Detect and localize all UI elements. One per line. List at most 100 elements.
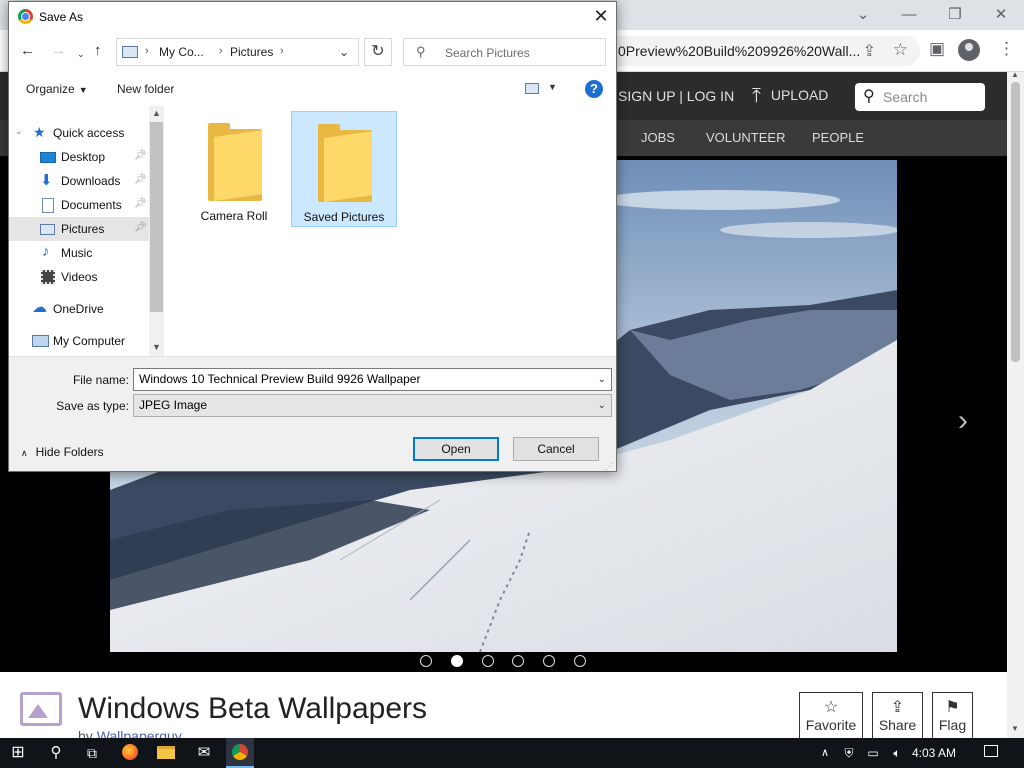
scroll-down-icon[interactable]: ▼ xyxy=(1011,724,1019,733)
favorite-button[interactable]: ☆ Favorite xyxy=(799,692,863,738)
dialog-titlebar[interactable]: Save As ✕ xyxy=(9,2,616,32)
sidebar-item-videos[interactable]: Videos xyxy=(9,265,149,289)
nav-pane-scrollbar[interactable]: ▲ ▼ xyxy=(149,106,164,356)
organize-menu[interactable]: Organize ▼ xyxy=(26,82,88,96)
hide-folders-toggle[interactable]: ∧ Hide Folders xyxy=(21,445,104,459)
share-page-icon[interactable]: ⇪ xyxy=(863,41,876,61)
refresh-icon[interactable]: ↻ xyxy=(364,38,392,66)
resize-grip-icon[interactable]: ⋰ xyxy=(605,461,614,472)
nav-people[interactable]: PEOPLE xyxy=(812,130,864,145)
folder-name: Saved Pictures xyxy=(303,210,385,224)
upload-link[interactable]: ⤒ UPLOAD xyxy=(752,85,828,108)
flag-button[interactable]: ⚑ Flag xyxy=(932,692,973,738)
side-panel-icon[interactable]: ▣ xyxy=(929,39,945,59)
file-name-input[interactable]: Windows 10 Technical Preview Build 9926 … xyxy=(133,368,612,391)
search-icon[interactable]: ⚲ xyxy=(42,738,70,768)
breadcrumb-separator[interactable]: › xyxy=(145,45,149,57)
forward-arrow-icon[interactable]: → xyxy=(51,42,66,60)
breadcrumb-pictures[interactable]: Pictures xyxy=(230,45,273,59)
recent-locations-icon[interactable]: ⌄ xyxy=(77,45,85,63)
dialog-address-bar[interactable]: › My Co... › Pictures › ⌄ xyxy=(116,38,359,66)
window-close-button[interactable]: ✕ xyxy=(978,2,1024,28)
network-icon[interactable]: ▭ xyxy=(864,738,882,768)
carousel-dot[interactable] xyxy=(543,655,555,667)
nav-volunteer[interactable]: VOLUNTEER xyxy=(706,130,785,145)
breadcrumb-my-computer[interactable]: My Co... xyxy=(159,45,204,59)
close-icon[interactable]: ✕ xyxy=(589,5,613,29)
sidebar-item-downloads[interactable]: ⬇ Downloads 📌︎ xyxy=(9,169,149,193)
scroll-down-icon[interactable]: ▼ xyxy=(152,342,161,352)
carousel-dot[interactable] xyxy=(574,655,586,667)
page-scroll-thumb[interactable] xyxy=(1011,82,1020,362)
chrome-icon[interactable] xyxy=(226,738,254,768)
folder-icon xyxy=(208,123,262,201)
sidebar-item-quick-access[interactable]: ⌄ ★ Quick access xyxy=(9,121,149,145)
folder-item-camera-roll[interactable]: Camera Roll xyxy=(182,111,288,227)
sidebar-item-label: Quick access xyxy=(53,126,125,140)
page-scrollbar[interactable]: ▲ ▼ xyxy=(1007,70,1024,738)
command-bar: Organize ▼ New folder ▼ xyxy=(9,72,616,106)
sidebar-item-label: Documents xyxy=(61,198,122,212)
windows-start-icon[interactable]: ⊞ xyxy=(4,738,32,768)
site-search-input[interactable]: ⚲ Search xyxy=(855,83,985,111)
pin-icon[interactable]: 📌︎ xyxy=(134,198,147,209)
sidebar-item-documents[interactable]: Documents 📌︎ xyxy=(9,193,149,217)
carousel-dot[interactable] xyxy=(420,655,432,667)
view-options-icon[interactable]: ▼ xyxy=(548,82,557,92)
save-type-label: Save as type: xyxy=(56,399,129,413)
sidebar-item-pictures[interactable]: Pictures 📌︎ xyxy=(9,217,149,241)
pin-icon[interactable]: 📌︎ xyxy=(134,174,147,185)
address-bar[interactable]: 0Preview%20Build%209926%20Wall... ⇪ ☆ xyxy=(570,36,920,66)
scroll-up-icon[interactable]: ▲ xyxy=(1011,70,1019,79)
cancel-button[interactable]: Cancel xyxy=(513,437,599,461)
volume-icon[interactable]: 🔈︎ xyxy=(888,738,906,768)
url-text[interactable]: 0Preview%20Build%209926%20Wall... xyxy=(618,43,860,59)
clock[interactable]: 4:03 AM xyxy=(912,746,956,760)
profile-avatar-icon[interactable] xyxy=(958,39,980,61)
pin-icon[interactable]: 📌︎ xyxy=(134,150,147,161)
tab-search-icon[interactable]: ⌄ xyxy=(840,2,886,28)
scroll-up-icon[interactable]: ▲ xyxy=(152,108,161,118)
sidebar-item-onedrive[interactable]: ☁ OneDrive xyxy=(9,297,149,321)
carousel-dot-active[interactable] xyxy=(451,655,463,667)
mail-icon[interactable]: ✉ xyxy=(190,738,218,768)
sidebar-item-label: Desktop xyxy=(61,150,106,164)
restore-button[interactable]: ❐ xyxy=(932,2,978,28)
expand-arrow-icon[interactable]: ⌄ xyxy=(15,126,23,137)
browser-menu-icon[interactable]: ⋮ xyxy=(998,39,1015,59)
file-explorer-icon[interactable] xyxy=(152,738,180,768)
signup-login-link[interactable]: SIGN UP | LOG IN xyxy=(618,88,734,104)
breadcrumb-separator[interactable]: › xyxy=(280,45,284,57)
tray-chevron-icon[interactable]: ∧ xyxy=(816,738,834,768)
security-shield-icon[interactable]: ⛨ xyxy=(840,738,858,768)
dialog-title: Save As xyxy=(39,10,84,24)
minimize-button[interactable]: — xyxy=(886,2,932,28)
task-view-icon[interactable]: ⧉ xyxy=(78,738,106,768)
back-arrow-icon[interactable]: ← xyxy=(20,42,35,60)
carousel-next-arrow[interactable]: › xyxy=(958,404,968,438)
chevron-down-icon[interactable]: ⌄ xyxy=(598,395,606,416)
new-folder-button[interactable]: New folder xyxy=(117,82,174,96)
folder-item-saved-pictures[interactable]: Saved Pictures xyxy=(291,111,397,227)
sidebar-item-my-computer[interactable]: My Computer xyxy=(9,329,149,353)
notification-icon[interactable] xyxy=(984,745,998,757)
save-type-select[interactable]: JPEG Image ⌄ xyxy=(133,394,612,417)
firefox-icon[interactable] xyxy=(116,738,144,768)
share-button[interactable]: ⇪ Share xyxy=(872,692,923,738)
sidebar-item-desktop[interactable]: Desktop 📌︎ xyxy=(9,145,149,169)
change-view-icon[interactable] xyxy=(525,83,539,94)
nav-pane-scroll-thumb[interactable] xyxy=(150,122,163,312)
open-button[interactable]: Open xyxy=(413,437,499,461)
nav-jobs[interactable]: JOBS xyxy=(641,130,675,145)
bookmark-star-icon[interactable]: ☆ xyxy=(893,40,908,60)
chevron-down-icon[interactable]: ⌄ xyxy=(598,369,606,390)
pin-icon[interactable]: 📌︎ xyxy=(134,222,147,233)
breadcrumb-separator[interactable]: › xyxy=(219,45,223,57)
up-arrow-icon[interactable]: ↑ xyxy=(94,42,102,60)
help-icon[interactable]: ? xyxy=(585,80,603,98)
carousel-dot[interactable] xyxy=(512,655,524,667)
sidebar-item-music[interactable]: ♪ Music xyxy=(9,241,149,265)
dialog-search-input[interactable]: ⚲ Search Pictures xyxy=(403,38,606,66)
address-dropdown-icon[interactable]: ⌄ xyxy=(339,45,349,59)
carousel-dot[interactable] xyxy=(482,655,494,667)
